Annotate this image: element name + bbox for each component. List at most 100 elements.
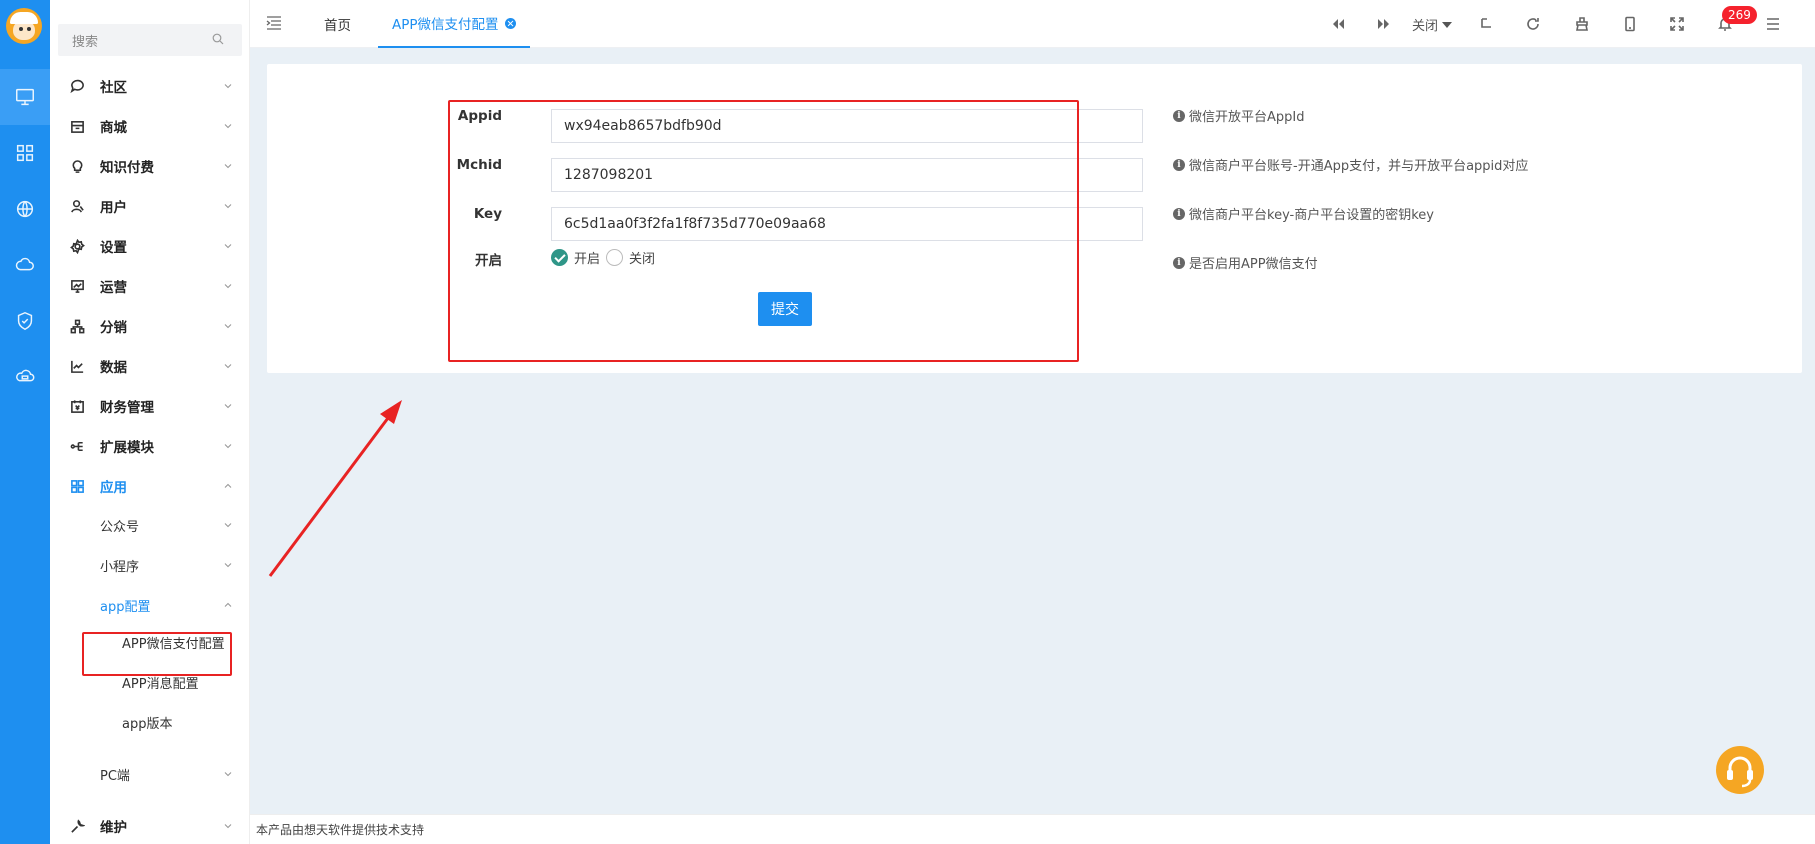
sidebar-item-finance[interactable]: 财务管理 <box>50 389 250 423</box>
chevron-down-icon <box>224 164 232 169</box>
hint-text: 微信开放平台AppId <box>1189 110 1305 125</box>
sidebar-item-label: 运营 <box>100 280 127 296</box>
notification-badge: 269 <box>1722 6 1757 24</box>
clean-icon[interactable] <box>1572 14 1592 34</box>
sidebar-item-label: 用户 <box>100 200 127 216</box>
chevron-down-icon <box>224 364 232 369</box>
sidebar-item-label: app版本 <box>122 717 173 732</box>
close-tabs-dropdown[interactable]: 关闭 <box>1412 15 1453 34</box>
sidebar-item-data[interactable]: 数据 <box>50 349 250 383</box>
line-chart-icon <box>70 359 85 374</box>
sidebar-item-label: 商城 <box>100 120 127 136</box>
more-menu-icon[interactable] <box>1763 14 1783 34</box>
annotation-highlight-sidebar <box>82 632 232 676</box>
tab-app-wechat-pay-config[interactable]: APP微信支付配置 <box>378 0 530 48</box>
info-icon: i <box>1173 109 1185 122</box>
search-placeholder: 搜索 <box>72 34 99 50</box>
sidebar-item-store[interactable]: 商城 <box>50 109 250 143</box>
chevron-down-icon <box>224 124 232 129</box>
sidebar-item-label: 分销 <box>100 320 127 336</box>
annotation-highlight-form <box>448 100 1079 362</box>
chat-icon <box>70 79 85 94</box>
sidebar-item-label: 维护 <box>100 820 127 836</box>
fullscreen-icon[interactable] <box>1667 14 1687 34</box>
sidebar-item-official-account[interactable]: 公众号 <box>50 508 250 542</box>
chevron-down-icon <box>224 523 232 528</box>
customer-service-button[interactable] <box>1716 746 1764 794</box>
wrench-icon <box>70 819 86 834</box>
hint-text: 是否启用APP微信支付 <box>1189 257 1318 272</box>
desktop-icon[interactable] <box>0 69 50 125</box>
info-icon: i <box>1173 256 1185 269</box>
sidebar-item-community[interactable]: 社区 <box>50 69 250 103</box>
chevron-down-icon <box>224 84 232 89</box>
apps-icon <box>70 479 85 494</box>
chevron-down-icon <box>224 404 232 409</box>
close-icon[interactable] <box>504 17 516 29</box>
refresh-icon[interactable] <box>1523 14 1543 34</box>
chevron-down-icon <box>224 204 232 209</box>
scroll-left-icon[interactable] <box>1328 14 1348 34</box>
return-icon[interactable] <box>1476 14 1496 34</box>
sidebar-item-pc[interactable]: PC端 <box>50 757 250 791</box>
lightbulb-icon <box>70 159 85 174</box>
sidebar-item-label: 扩展模块 <box>100 440 154 456</box>
info-icon: i <box>1173 158 1185 171</box>
search-icon <box>212 33 224 45</box>
sidebar-item-label: 财务管理 <box>100 400 154 416</box>
appid-hint: i 微信开放平台AppId <box>1173 106 1304 125</box>
chevron-up-icon <box>224 483 232 488</box>
sidebar-item-label: 应用 <box>100 480 127 496</box>
annotation-arrow <box>268 400 402 577</box>
user-icon <box>70 199 85 214</box>
headset-icon <box>1727 756 1753 788</box>
sidebar-item-app-message-config[interactable]: APP消息配置 <box>50 674 250 696</box>
sidebar-item-app-config[interactable]: app配置 <box>50 588 250 622</box>
tab-label: 首页 <box>324 18 351 34</box>
sidebar-item-settings[interactable]: 设置 <box>50 229 250 263</box>
scroll-right-icon[interactable] <box>1374 14 1394 34</box>
cloud-database-icon[interactable] <box>0 349 50 405</box>
sidebar-item-label: 公众号 <box>100 519 140 535</box>
sidebar-item-label: 小程序 <box>100 559 140 575</box>
sidebar-item-operations[interactable]: 运营 <box>50 269 250 303</box>
chevron-down-icon <box>224 324 232 329</box>
mobile-icon[interactable] <box>1620 14 1640 34</box>
grid-icon[interactable] <box>0 125 50 181</box>
logo[interactable] <box>6 8 42 44</box>
search-input[interactable]: 搜索 <box>58 24 242 56</box>
sidebar-item-label: 知识付费 <box>100 160 154 176</box>
sidebar-item-extensions[interactable]: 扩展模块 <box>50 429 250 463</box>
tab-label: APP微信支付配置 <box>392 17 499 33</box>
cloud-icon[interactable] <box>0 237 50 293</box>
sidebar-item-label: PC端 <box>100 768 130 784</box>
monitor-chart-icon <box>70 279 85 294</box>
shield-icon[interactable] <box>0 293 50 349</box>
key-hint: i 微信商户平台key-商户平台设置的密钥key <box>1173 204 1434 223</box>
scrollbar[interactable] <box>1806 48 1815 814</box>
tab-home[interactable]: 首页 <box>324 0 351 48</box>
sidebar-item-label: 设置 <box>100 240 127 256</box>
chevron-up-icon <box>224 602 232 607</box>
sidebar-item-knowledge-pay[interactable]: 知识付费 <box>50 149 250 183</box>
sidebar-item-label: APP消息配置 <box>122 677 199 692</box>
sidebar-item-apps[interactable]: 应用 <box>50 469 250 503</box>
footer: 本产品由想天软件提供技术支持 <box>250 814 1815 844</box>
chevron-down-icon <box>224 563 232 568</box>
chevron-down-icon <box>224 244 232 249</box>
sidebar-item-mini-program[interactable]: 小程序 <box>50 548 250 582</box>
info-icon: i <box>1173 207 1185 220</box>
sidebar-item-label: 数据 <box>100 360 127 376</box>
chevron-down-icon <box>224 772 232 777</box>
sidebar-item-maintenance[interactable]: 维护 <box>50 809 250 843</box>
globe-icon[interactable] <box>0 181 50 237</box>
chevron-down-icon <box>224 444 232 449</box>
menu-fold-icon[interactable] <box>266 16 282 30</box>
enable-hint: i 是否启用APP微信支付 <box>1173 253 1318 272</box>
sidebar-item-users[interactable]: 用户 <box>50 189 250 223</box>
sidebar-item-app-version[interactable]: app版本 <box>50 714 250 736</box>
sidebar-item-distribution[interactable]: 分销 <box>50 309 250 343</box>
sidebar-item-label: app配置 <box>100 599 151 615</box>
sidebar-item-label: 社区 <box>100 80 127 96</box>
sidebar: 搜索 社区 商城 知识付费 用户 设置 运营 分销 数据 财务管理 扩展模块 应… <box>50 0 250 844</box>
